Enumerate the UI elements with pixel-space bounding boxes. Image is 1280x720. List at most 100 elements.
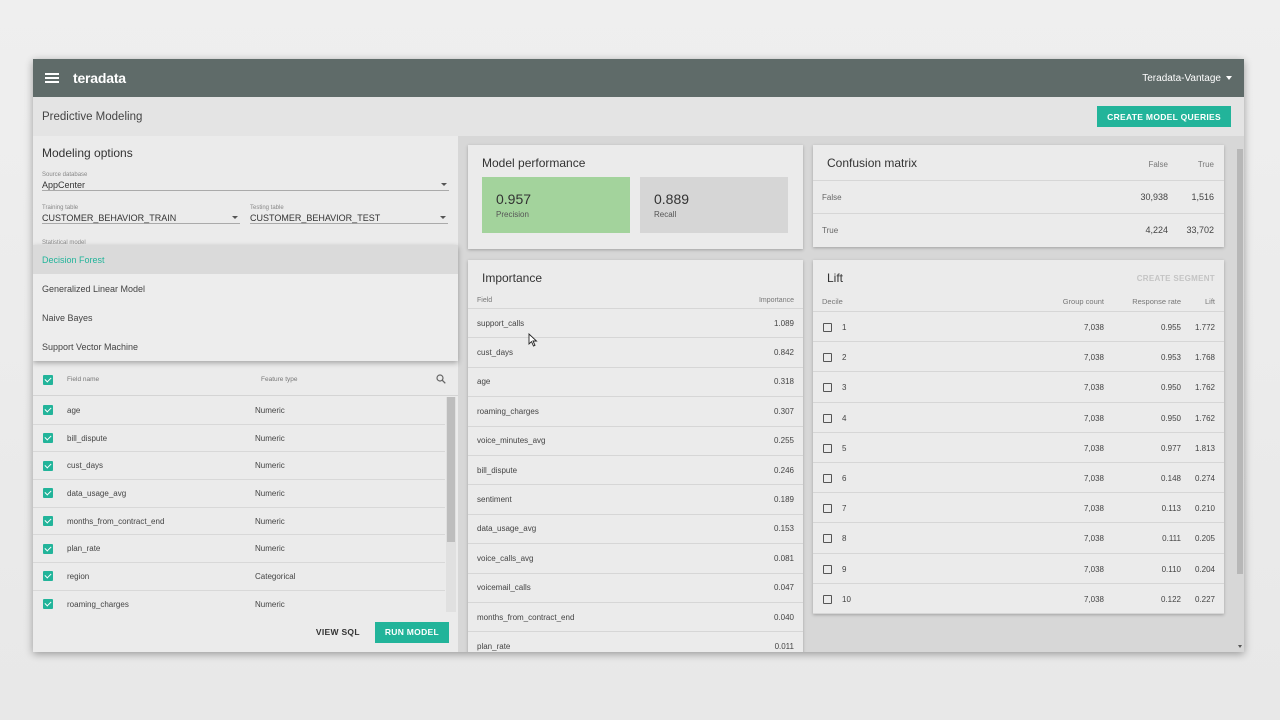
importance-header: Field Importance: [468, 292, 803, 309]
importance-row: support_calls 1.089: [468, 309, 803, 339]
lift-group: 7,038: [1083, 413, 1104, 423]
importance-value: 0.255: [773, 436, 794, 446]
fields-list: age Numeric bill_dispute Numeric cust_days…: [33, 397, 445, 612]
lift-decile: 6: [842, 473, 847, 483]
lift-col-lift: Lift: [1204, 297, 1215, 306]
lift-group: 7,038: [1083, 383, 1104, 393]
importance-field: voice_minutes_avg: [477, 436, 546, 446]
field-checkbox[interactable]: [43, 488, 53, 499]
lift-row-checkbox[interactable]: [823, 443, 832, 453]
field-checkbox[interactable]: [43, 433, 53, 444]
lift-decile: 4: [842, 413, 847, 423]
confusion-row-label: True: [822, 225, 839, 235]
model-option-decision-forest[interactable]: Decision Forest: [33, 245, 458, 274]
field-row: region Categorical: [33, 563, 445, 591]
lift-row: 2 7,038 0.953 1.768: [813, 342, 1224, 373]
field-type: Numeric: [255, 433, 285, 443]
lift-response: 0.110: [1161, 564, 1181, 574]
lift-row-checkbox[interactable]: [823, 534, 832, 544]
lift-row: 4 7,038 0.950 1.762: [813, 403, 1224, 433]
lift-group: 7,038: [1083, 504, 1104, 514]
lift-row: 10 7,038 0.122 0.227: [813, 584, 1224, 614]
scroll-down-arrow-icon[interactable]: [1238, 645, 1242, 648]
field-type: Numeric: [255, 599, 285, 609]
confusion-cell: 30,938: [1140, 192, 1168, 202]
dropdown-arrow-icon: [440, 216, 446, 219]
fields-scrollbar[interactable]: [446, 397, 456, 612]
importance-row: bill_dispute 0.246: [468, 456, 803, 486]
model-option-glm[interactable]: Generalized Linear Model: [33, 274, 458, 303]
field-type: Categorical: [255, 571, 296, 581]
scrollbar-thumb[interactable]: [447, 397, 455, 542]
importance-value: 0.081: [773, 553, 794, 563]
hamburger-menu-icon[interactable]: [45, 73, 59, 83]
panel-footer: VIEW SQL RUN MODEL: [33, 612, 458, 652]
lift-response: 0.113: [1161, 504, 1181, 514]
lift-row: 5 7,038 0.977 1.813: [813, 433, 1224, 463]
create-model-queries-button[interactable]: CREATE MODEL QUERIES: [1097, 106, 1231, 127]
model-option-naive-bayes[interactable]: Naive Bayes: [33, 303, 458, 332]
lift-response: 0.111: [1162, 534, 1181, 544]
main-scrollbar-thumb[interactable]: [1237, 149, 1243, 574]
lift-response: 0.950: [1160, 413, 1181, 423]
source-database-value: AppCenter: [42, 179, 86, 190]
lift-decile: 9: [842, 564, 847, 574]
search-icon[interactable]: [436, 374, 446, 384]
lift-row-checkbox[interactable]: [823, 594, 832, 604]
field-checkbox[interactable]: [43, 460, 53, 471]
main-scrollbar[interactable]: [1236, 136, 1244, 652]
lift-row-checkbox[interactable]: [823, 413, 832, 423]
field-type: Numeric: [255, 461, 285, 471]
view-sql-button[interactable]: VIEW SQL: [316, 627, 360, 637]
importance-field: roaming_charges: [477, 406, 539, 416]
account-menu[interactable]: Teradata-Vantage: [1142, 73, 1232, 84]
field-row: months_from_contract_end Numeric: [33, 508, 445, 536]
importance-title: Importance: [482, 271, 543, 285]
field-checkbox[interactable]: [43, 599, 53, 610]
importance-card: Importance Field Importance support_call…: [468, 260, 803, 652]
main-content: Modeling options Source database AppCent…: [33, 136, 1244, 652]
lift-row-checkbox[interactable]: [823, 323, 832, 332]
run-model-button[interactable]: RUN MODEL: [374, 621, 449, 643]
training-table-label: Training table: [42, 205, 79, 211]
training-table-value: CUSTOMER_BEHAVIOR_TRAIN: [42, 212, 177, 223]
model-dropdown-menu: Decision Forest Generalized Linear Model…: [33, 245, 458, 361]
importance-row: roaming_charges 0.307: [468, 397, 803, 427]
field-checkbox[interactable]: [43, 543, 53, 554]
training-table-select[interactable]: CUSTOMER_BEHAVIOR_TRAIN: [42, 212, 240, 224]
field-checkbox[interactable]: [43, 516, 53, 527]
field-type: Numeric: [255, 516, 285, 526]
importance-field: voicemail_calls: [477, 583, 531, 593]
field-name: months_from_contract_end: [67, 516, 165, 526]
source-database-select[interactable]: AppCenter: [42, 179, 449, 191]
lift-row: 1 7,038 0.955 1.772: [813, 312, 1224, 343]
lift-value: 0.274: [1194, 473, 1215, 483]
confusion-col-true: True: [1197, 160, 1214, 169]
lift-response: 0.148: [1160, 473, 1181, 483]
importance-value: 0.246: [773, 465, 794, 475]
confusion-row: False 30,938 1,516: [813, 180, 1224, 213]
importance-value: 0.318: [773, 377, 794, 387]
importance-row: age 0.318: [468, 368, 803, 398]
lift-row: 3 7,038 0.950 1.762: [813, 372, 1224, 403]
lift-row-checkbox[interactable]: [823, 353, 832, 363]
testing-table-select[interactable]: CUSTOMER_BEHAVIOR_TEST: [250, 212, 448, 224]
lift-row-checkbox[interactable]: [823, 473, 832, 483]
lift-row-checkbox[interactable]: [823, 383, 832, 393]
model-option-svm[interactable]: Support Vector Machine: [33, 332, 458, 361]
lift-row-checkbox[interactable]: [823, 564, 832, 574]
lift-row: 8 7,038 0.111 0.205: [813, 523, 1224, 554]
field-checkbox[interactable]: [43, 405, 53, 416]
field-checkbox[interactable]: [43, 571, 53, 582]
account-name: Teradata-Vantage: [1142, 72, 1221, 84]
confusion-matrix-card: Confusion matrix False True False 30,938…: [813, 145, 1224, 247]
field-name: region: [67, 571, 90, 581]
importance-row: months_from_contract_end 0.040: [468, 603, 803, 633]
importance-col-field: Field: [477, 297, 493, 304]
select-all-checkbox[interactable]: [43, 374, 53, 385]
fields-table-header: Field name Feature type: [33, 364, 458, 396]
create-segment-button[interactable]: CREATE SEGMENT: [1137, 274, 1215, 283]
importance-col-value: Importance: [758, 297, 794, 304]
lift-row-checkbox[interactable]: [823, 504, 832, 514]
logo: teradata: [73, 70, 126, 86]
